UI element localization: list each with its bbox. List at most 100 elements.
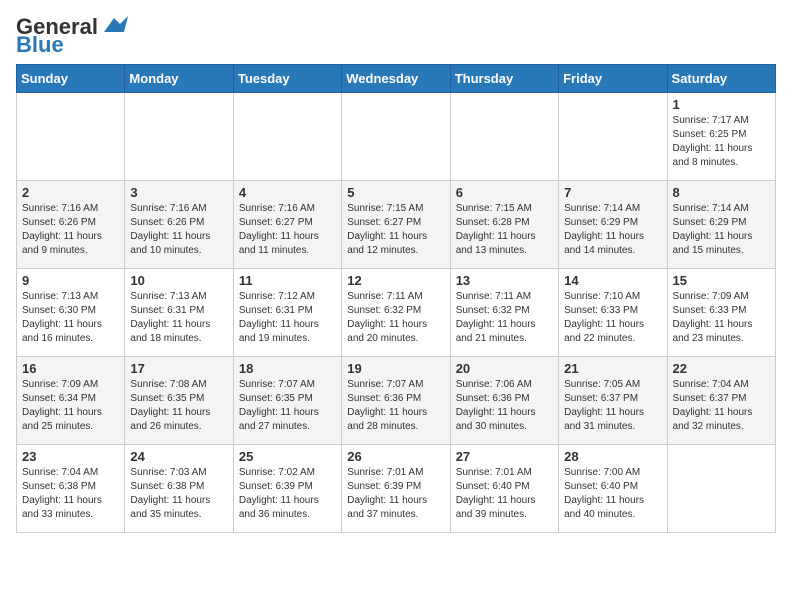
day-info-text: Sunrise: 7:11 AM Sunset: 6:32 PM Dayligh… xyxy=(347,290,444,346)
page-header: General Blue xyxy=(16,16,776,56)
day-info-text: Sunrise: 7:02 AM Sunset: 6:39 PM Dayligh… xyxy=(239,466,336,522)
day-info-text: Sunrise: 7:13 AM Sunset: 6:30 PM Dayligh… xyxy=(22,290,119,346)
day-info-text: Sunrise: 7:05 AM Sunset: 6:37 PM Dayligh… xyxy=(564,378,661,434)
calendar-day-cell: 7 Sunrise: 7:14 AM Sunset: 6:29 PM Daylig… xyxy=(559,181,667,269)
day-of-week-header: Saturday xyxy=(667,65,775,93)
calendar-day-cell: 15 Sunrise: 7:09 AM Sunset: 6:33 PM Dayli… xyxy=(667,269,775,357)
calendar-day-cell: 1 Sunrise: 7:17 AM Sunset: 6:25 PM Daylig… xyxy=(667,93,775,181)
calendar-day-cell: 17 Sunrise: 7:08 AM Sunset: 6:35 PM Dayli… xyxy=(125,357,233,445)
day-number: 18 xyxy=(239,361,336,376)
calendar-day-cell: 12 Sunrise: 7:11 AM Sunset: 6:32 PM Dayli… xyxy=(342,269,450,357)
calendar-week-row: 16 Sunrise: 7:09 AM Sunset: 6:34 PM Dayli… xyxy=(17,357,776,445)
calendar-table: SundayMondayTuesdayWednesdayThursdayFrid… xyxy=(16,64,776,533)
calendar-day-cell: 27 Sunrise: 7:01 AM Sunset: 6:40 PM Dayli… xyxy=(450,445,558,533)
calendar-week-row: 9 Sunrise: 7:13 AM Sunset: 6:30 PM Daylig… xyxy=(17,269,776,357)
day-info-text: Sunrise: 7:10 AM Sunset: 6:33 PM Dayligh… xyxy=(564,290,661,346)
day-number: 20 xyxy=(456,361,553,376)
day-info-text: Sunrise: 7:15 AM Sunset: 6:27 PM Dayligh… xyxy=(347,202,444,258)
day-info-text: Sunrise: 7:13 AM Sunset: 6:31 PM Dayligh… xyxy=(130,290,227,346)
calendar-day-cell: 9 Sunrise: 7:13 AM Sunset: 6:30 PM Daylig… xyxy=(17,269,125,357)
day-of-week-header: Thursday xyxy=(450,65,558,93)
calendar-day-cell: 4Sunrise: 7:16 AM Sunset: 6:27 PM Daylig… xyxy=(233,181,341,269)
calendar-day-cell: 11 Sunrise: 7:12 AM Sunset: 6:31 PM Dayli… xyxy=(233,269,341,357)
calendar-day-cell xyxy=(667,445,775,533)
day-number: 23 xyxy=(22,449,119,464)
day-info-text: Sunrise: 7:04 AM Sunset: 6:38 PM Dayligh… xyxy=(22,466,119,522)
day-info-text: Sunrise: 7:09 AM Sunset: 6:34 PM Dayligh… xyxy=(22,378,119,434)
logo-blue-text: Blue xyxy=(16,34,64,56)
day-of-week-header: Friday xyxy=(559,65,667,93)
day-number: 15 xyxy=(673,273,770,288)
calendar-day-cell: 13 Sunrise: 7:11 AM Sunset: 6:32 PM Dayli… xyxy=(450,269,558,357)
calendar-day-cell: 16 Sunrise: 7:09 AM Sunset: 6:34 PM Dayli… xyxy=(17,357,125,445)
day-info-text: Sunrise: 7:01 AM Sunset: 6:40 PM Dayligh… xyxy=(456,466,553,522)
day-number: 8 xyxy=(673,185,770,200)
day-number: 13 xyxy=(456,273,553,288)
calendar-day-cell: 10 Sunrise: 7:13 AM Sunset: 6:31 PM Dayli… xyxy=(125,269,233,357)
logo-bird-icon xyxy=(100,14,128,36)
day-info-text: Sunrise: 7:14 AM Sunset: 6:29 PM Dayligh… xyxy=(673,202,770,258)
calendar-day-cell: 23 Sunrise: 7:04 AM Sunset: 6:38 PM Dayli… xyxy=(17,445,125,533)
day-number: 28 xyxy=(564,449,661,464)
day-number: 1 xyxy=(673,97,770,112)
calendar-day-cell xyxy=(233,93,341,181)
calendar-day-cell: 20 Sunrise: 7:06 AM Sunset: 6:36 PM Dayli… xyxy=(450,357,558,445)
calendar-day-cell: 26 Sunrise: 7:01 AM Sunset: 6:39 PM Dayli… xyxy=(342,445,450,533)
calendar-day-cell xyxy=(125,93,233,181)
day-number: 24 xyxy=(130,449,227,464)
calendar-day-cell xyxy=(450,93,558,181)
day-number: 25 xyxy=(239,449,336,464)
day-info-text: Sunrise: 7:08 AM Sunset: 6:35 PM Dayligh… xyxy=(130,378,227,434)
day-number: 9 xyxy=(22,273,119,288)
calendar-week-row: 23 Sunrise: 7:04 AM Sunset: 6:38 PM Dayli… xyxy=(17,445,776,533)
day-info-text: Sunrise: 7:07 AM Sunset: 6:35 PM Dayligh… xyxy=(239,378,336,434)
day-of-week-header: Monday xyxy=(125,65,233,93)
day-number: 27 xyxy=(456,449,553,464)
day-info-text: Sunrise: 7:15 AM Sunset: 6:28 PM Dayligh… xyxy=(456,202,553,258)
day-info-text: Sunrise: 7:11 AM Sunset: 6:32 PM Dayligh… xyxy=(456,290,553,346)
day-number: 2 xyxy=(22,185,119,200)
day-number: 14 xyxy=(564,273,661,288)
day-number: 16 xyxy=(22,361,119,376)
day-number: 4 xyxy=(239,185,336,200)
day-number: 6 xyxy=(456,185,553,200)
day-info-text: Sunrise: 7:12 AM Sunset: 6:31 PM Dayligh… xyxy=(239,290,336,346)
day-info-text: Sunrise: 7:07 AM Sunset: 6:36 PM Dayligh… xyxy=(347,378,444,434)
calendar-day-cell xyxy=(559,93,667,181)
calendar-day-cell: 22Sunrise: 7:04 AM Sunset: 6:37 PM Dayli… xyxy=(667,357,775,445)
calendar-day-cell: 19 Sunrise: 7:07 AM Sunset: 6:36 PM Dayli… xyxy=(342,357,450,445)
day-number: 10 xyxy=(130,273,227,288)
day-of-week-header: Sunday xyxy=(17,65,125,93)
day-info-text: Sunrise: 7:09 AM Sunset: 6:33 PM Dayligh… xyxy=(673,290,770,346)
day-info-text: Sunrise: 7:16 AM Sunset: 6:26 PM Dayligh… xyxy=(130,202,227,258)
day-number: 5 xyxy=(347,185,444,200)
day-info-text: Sunrise: 7:17 AM Sunset: 6:25 PM Dayligh… xyxy=(673,114,770,170)
day-number: 26 xyxy=(347,449,444,464)
calendar-day-cell xyxy=(17,93,125,181)
calendar-day-cell: 2 Sunrise: 7:16 AM Sunset: 6:26 PM Daylig… xyxy=(17,181,125,269)
day-number: 19 xyxy=(347,361,444,376)
day-number: 22 xyxy=(673,361,770,376)
day-info-text: Sunrise: 7:01 AM Sunset: 6:39 PM Dayligh… xyxy=(347,466,444,522)
day-number: 7 xyxy=(564,185,661,200)
calendar-day-cell: 28Sunrise: 7:00 AM Sunset: 6:40 PM Dayli… xyxy=(559,445,667,533)
day-info-text: Sunrise: 7:06 AM Sunset: 6:36 PM Dayligh… xyxy=(456,378,553,434)
day-of-week-header: Tuesday xyxy=(233,65,341,93)
calendar-day-cell: 6 Sunrise: 7:15 AM Sunset: 6:28 PM Daylig… xyxy=(450,181,558,269)
day-number: 12 xyxy=(347,273,444,288)
calendar-day-cell: 3Sunrise: 7:16 AM Sunset: 6:26 PM Daylig… xyxy=(125,181,233,269)
calendar-week-row: 2 Sunrise: 7:16 AM Sunset: 6:26 PM Daylig… xyxy=(17,181,776,269)
calendar-day-cell: 24Sunrise: 7:03 AM Sunset: 6:38 PM Dayli… xyxy=(125,445,233,533)
day-number: 17 xyxy=(130,361,227,376)
day-info-text: Sunrise: 7:16 AM Sunset: 6:26 PM Dayligh… xyxy=(22,202,119,258)
calendar-header-row: SundayMondayTuesdayWednesdayThursdayFrid… xyxy=(17,65,776,93)
calendar-day-cell: 5 Sunrise: 7:15 AM Sunset: 6:27 PM Daylig… xyxy=(342,181,450,269)
day-number: 11 xyxy=(239,273,336,288)
day-of-week-header: Wednesday xyxy=(342,65,450,93)
calendar-day-cell: 21 Sunrise: 7:05 AM Sunset: 6:37 PM Dayli… xyxy=(559,357,667,445)
calendar-day-cell: 25 Sunrise: 7:02 AM Sunset: 6:39 PM Dayli… xyxy=(233,445,341,533)
calendar-day-cell: 18 Sunrise: 7:07 AM Sunset: 6:35 PM Dayli… xyxy=(233,357,341,445)
calendar-day-cell: 14 Sunrise: 7:10 AM Sunset: 6:33 PM Dayli… xyxy=(559,269,667,357)
day-info-text: Sunrise: 7:14 AM Sunset: 6:29 PM Dayligh… xyxy=(564,202,661,258)
day-number: 21 xyxy=(564,361,661,376)
